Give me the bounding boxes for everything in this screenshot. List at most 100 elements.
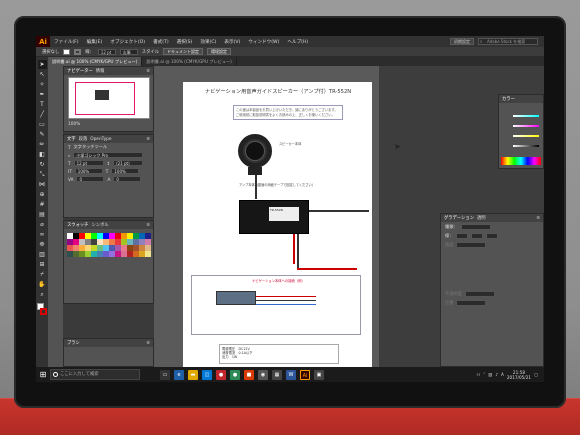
taskbar-search-box[interactable]: ここに入力して検索 bbox=[50, 369, 140, 380]
selection-tool-icon[interactable]: ➤ bbox=[37, 60, 47, 69]
brush-profile-field[interactable]: 丸筆 bbox=[119, 48, 138, 55]
edge-icon[interactable]: e bbox=[174, 369, 184, 380]
tab-info[interactable]: 情報 bbox=[96, 68, 105, 74]
blend-tool-icon[interactable]: ∞ bbox=[38, 230, 47, 239]
menu-view[interactable]: 表示(V) bbox=[220, 39, 244, 45]
ime-indicator[interactable]: A bbox=[501, 372, 504, 377]
windows-start-icon[interactable]: ⊞ bbox=[36, 367, 50, 382]
gradient-angle-field[interactable] bbox=[456, 241, 487, 248]
menu-window[interactable]: ウィンドウ(W) bbox=[244, 39, 283, 45]
app-dark-icon[interactable]: ▣ bbox=[314, 369, 324, 380]
gradient-position-field[interactable] bbox=[456, 299, 487, 306]
task-view-icon[interactable]: ▭ bbox=[160, 369, 170, 380]
app-gray-icon[interactable]: ▦ bbox=[272, 369, 282, 380]
store-icon[interactable]: ◫ bbox=[202, 369, 212, 380]
document-setup-button[interactable]: ドキュメント設定 bbox=[162, 48, 203, 55]
menu-edit[interactable]: 編集(E) bbox=[83, 39, 107, 45]
scale-tool-icon[interactable]: ⤡ bbox=[38, 170, 47, 179]
navigator-zoom[interactable]: 100% bbox=[68, 122, 80, 127]
width-tool-icon[interactable]: ⋈ bbox=[38, 180, 47, 189]
chevron-up-icon[interactable]: ˄ bbox=[483, 372, 485, 377]
panel-menu-icon[interactable]: ≡ bbox=[146, 223, 153, 228]
file-explorer-icon[interactable]: ▬ bbox=[188, 369, 198, 380]
mesh-tool-icon[interactable]: # bbox=[38, 200, 47, 209]
graph-tool-icon[interactable]: ▥ bbox=[38, 250, 47, 259]
network-icon[interactable]: ▥ bbox=[488, 372, 492, 377]
tab-paragraph[interactable]: 段落 bbox=[79, 136, 88, 142]
navigator-preview[interactable] bbox=[68, 77, 150, 119]
yellow-slider[interactable] bbox=[513, 135, 539, 137]
camera-icon[interactable]: ◉ bbox=[258, 369, 268, 380]
stroke-gradient-option-1[interactable] bbox=[456, 232, 469, 239]
menu-file[interactable]: ファイル(F) bbox=[50, 39, 83, 45]
symbol-sprayer-tool-icon[interactable]: ❉ bbox=[38, 240, 47, 249]
gradient-opacity-field[interactable] bbox=[464, 290, 495, 297]
cyan-slider[interactable] bbox=[513, 115, 539, 117]
volume-icon[interactable]: ♪ bbox=[495, 372, 498, 377]
pencil-tool-icon[interactable]: ✏ bbox=[38, 140, 47, 149]
line-tool-icon[interactable]: ╱ bbox=[38, 110, 47, 119]
clock[interactable]: 21:58 2017/05/21 bbox=[507, 370, 531, 380]
slice-tool-icon[interactable]: ⌿ bbox=[38, 270, 47, 279]
people-icon[interactable]: ⚇ bbox=[477, 372, 481, 377]
zoom-tool-icon[interactable]: ⌕ bbox=[38, 290, 47, 299]
font-size-field[interactable]: 12 pt bbox=[73, 160, 104, 166]
gradient-tool-icon[interactable]: ▤ bbox=[38, 210, 47, 219]
vertical-scale-field[interactable]: 100% bbox=[74, 168, 103, 174]
pen-tool-icon[interactable]: ✒ bbox=[38, 90, 47, 99]
stroke-gradient-option-2[interactable] bbox=[471, 232, 484, 239]
stock-search-input[interactable]: ⌕ Adobe Stock を検索 bbox=[478, 38, 538, 45]
app-green-icon[interactable]: ● bbox=[230, 369, 240, 380]
doc-tab-2[interactable]: 説明書.ai @ 100% (CMYK/GPU プレビュー) bbox=[142, 57, 237, 66]
doc-tab-1[interactable]: 説明書.ai @ 100% (CMYK/GPU プレビュー) bbox=[48, 57, 143, 66]
artboard[interactable]: ナビゲーション用音声ガイドスピーカー（アンプ付）TR-552N この度は本製品を… bbox=[183, 82, 380, 367]
hand-tool-icon[interactable]: ✋ bbox=[38, 280, 47, 289]
type-tool-icon[interactable]: T bbox=[38, 100, 47, 109]
tab-navigator[interactable]: ナビゲーター bbox=[67, 68, 93, 74]
color-spectrum[interactable] bbox=[501, 157, 541, 165]
panel-menu-icon[interactable]: ≡ bbox=[146, 341, 153, 346]
tab-color[interactable]: カラー bbox=[502, 96, 515, 102]
action-center-icon[interactable]: ▢ bbox=[534, 372, 538, 377]
tab-brushes[interactable]: ブラシ bbox=[67, 340, 80, 346]
rectangle-tool-icon[interactable]: ▭ bbox=[38, 120, 47, 129]
word-icon[interactable]: W bbox=[286, 369, 296, 380]
gradient-type-select[interactable] bbox=[460, 223, 491, 230]
workspace-switcher[interactable]: 初期設定 bbox=[450, 38, 474, 45]
illustrator-taskbar-icon[interactable]: Ai bbox=[300, 369, 310, 380]
stroke-gradient-option-3[interactable] bbox=[486, 232, 499, 239]
panel-menu-icon[interactable]: ≡ bbox=[146, 69, 153, 74]
black-slider[interactable] bbox=[513, 145, 539, 147]
menu-effect[interactable]: 効果(C) bbox=[196, 39, 220, 45]
tab-transparency[interactable]: 透明 bbox=[477, 215, 486, 221]
preferences-button[interactable]: 環境設定 bbox=[206, 48, 231, 55]
stroke-width-field[interactable]: 12 pt bbox=[97, 48, 116, 55]
panel-menu-icon[interactable]: ≡ bbox=[536, 216, 543, 221]
app-red-icon[interactable]: ● bbox=[216, 369, 226, 380]
tab-opentype[interactable]: OpenType bbox=[90, 137, 111, 142]
touch-type-button[interactable]: 文字タッチツール bbox=[74, 144, 108, 150]
fill-swatch[interactable] bbox=[63, 48, 71, 55]
tab-symbols[interactable]: シンボル bbox=[91, 222, 108, 228]
direct-selection-tool-icon[interactable]: ↖ bbox=[38, 70, 47, 79]
baseline-field[interactable]: 0 bbox=[113, 176, 142, 182]
menu-object[interactable]: オブジェクト(O) bbox=[106, 39, 149, 45]
font-family-field[interactable]: 小塚ゴシック Pro bbox=[73, 152, 144, 158]
paintbrush-tool-icon[interactable]: ✎ bbox=[38, 130, 47, 139]
menu-type[interactable]: 書式(T) bbox=[149, 39, 173, 45]
panel-menu-icon[interactable]: ≡ bbox=[146, 137, 153, 142]
magic-wand-tool-icon[interactable]: ✧ bbox=[38, 80, 47, 89]
tracking-field[interactable]: 0 bbox=[76, 176, 105, 182]
horizontal-scale-field[interactable]: 100% bbox=[111, 168, 140, 174]
menu-select[interactable]: 選択(S) bbox=[173, 39, 197, 45]
eraser-tool-icon[interactable]: ◧ bbox=[38, 150, 47, 159]
tab-swatches[interactable]: スウォッチ bbox=[67, 222, 88, 228]
tab-gradient[interactable]: グラデーション bbox=[444, 215, 474, 221]
rotate-tool-icon[interactable]: ↻ bbox=[38, 160, 47, 169]
tab-character[interactable]: 文字 bbox=[67, 136, 76, 142]
stroke-box[interactable] bbox=[40, 308, 47, 315]
shape-builder-tool-icon[interactable]: ⊕ bbox=[38, 190, 47, 199]
office-icon[interactable]: ■ bbox=[244, 369, 254, 380]
eyedropper-tool-icon[interactable]: ⌀ bbox=[38, 220, 47, 229]
artboard-tool-icon[interactable]: ⊞ bbox=[38, 260, 47, 269]
